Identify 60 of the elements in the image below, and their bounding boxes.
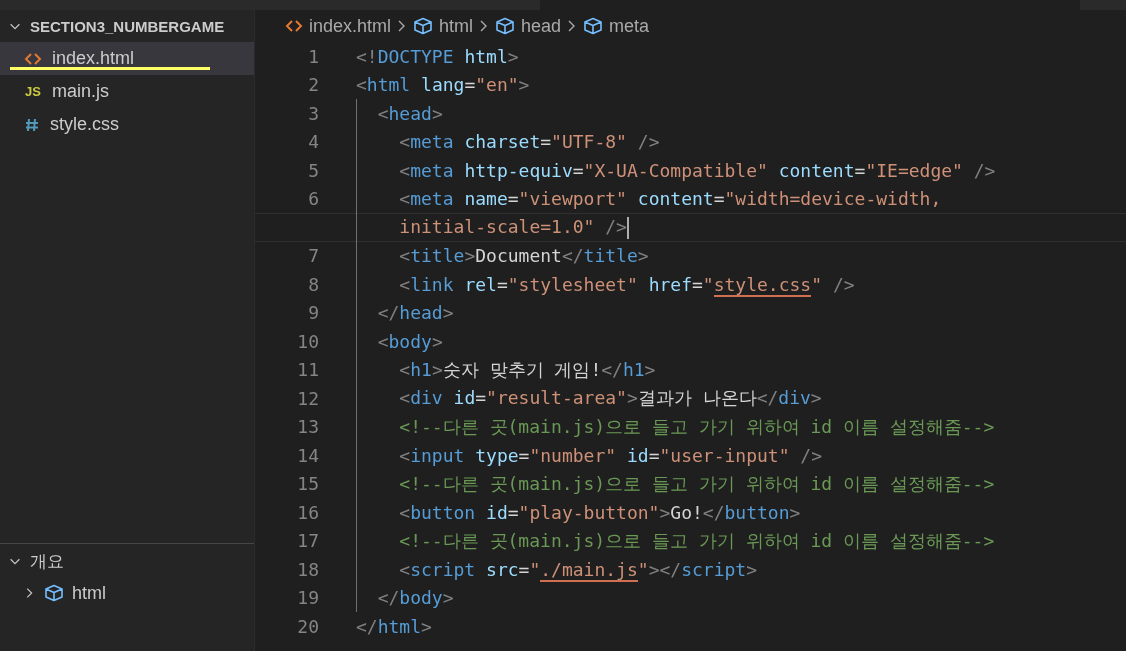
line-number: 4 (307, 131, 319, 153)
code-line: <head> (356, 102, 443, 124)
line-number: 20 (296, 615, 319, 637)
line-number: 17 (296, 530, 319, 552)
line-number: 9 (307, 302, 319, 324)
line-number: 2 (307, 74, 319, 96)
code-line: </body> (356, 587, 454, 609)
line-number: 1 (307, 45, 319, 67)
line-number: 15 (296, 473, 319, 495)
line-number: 5 (307, 159, 319, 181)
code-line: <button id="play-button">Go!</button> (356, 501, 801, 523)
code-brackets-icon (24, 51, 42, 66)
line-number: 7 (307, 245, 319, 267)
code-line: <!--다른 곳(main.js)으로 들고 가기 위하여 id 이름 설정해줌--> (356, 471, 995, 496)
file-item[interactable]: JS main.js (0, 75, 254, 108)
code-line: <html lang="en"> (356, 74, 530, 96)
code-line: initial-scale=1.0" /> (356, 215, 629, 239)
cube-icon (495, 17, 516, 35)
line-number: 10 (296, 330, 319, 352)
code-line: <h1>숫자 맞추기 게임!</h1> (356, 357, 656, 382)
breadcrumb-item[interactable]: index.html (285, 15, 392, 37)
folder-title[interactable]: SECTION3_NUMBERGAME (30, 17, 225, 35)
line-number: 12 (296, 387, 319, 409)
breadcrumb-item[interactable]: meta (583, 15, 650, 37)
line-number: 19 (296, 587, 319, 609)
text-cursor (626, 216, 629, 239)
cube-icon (583, 17, 604, 35)
line-number: 13 (296, 416, 319, 438)
code-line: <!--다른 곳(main.js)으로 들고 가기 위하여 id 이름 설정해줌--> (356, 414, 995, 439)
code-line: <div id="result-area">결과가 나온다</div> (356, 386, 822, 411)
code-line: </head> (356, 302, 454, 324)
code-line: <link rel="stylesheet" href="style.css" /> (356, 273, 855, 295)
code-line: <input type="number" id="user-input" /> (356, 444, 823, 466)
outline-item[interactable]: html (0, 577, 254, 609)
code-line: <meta name="viewport" content="width=device-width, (356, 188, 942, 210)
line-number: 16 (296, 501, 319, 523)
line-number: 18 (296, 558, 319, 580)
code-line: <meta charset="UTF-8" /> (356, 131, 660, 153)
hash-icon (24, 116, 40, 133)
js-icon: JS (24, 84, 42, 99)
code-line: <meta http-equiv="X-UA-Compatible" content="IE=edge" /> (356, 159, 996, 181)
code-line: <script src="./main.js"></script> (356, 558, 758, 580)
code-line: <body> (356, 330, 443, 352)
cube-icon (44, 584, 64, 602)
line-number: 3 (307, 102, 319, 124)
cube-icon (413, 17, 434, 35)
file-item[interactable]: index.html (0, 42, 254, 75)
code-line: </html> (356, 615, 432, 637)
code-line: <title>Document</title> (356, 245, 649, 267)
line-number: 11 (296, 359, 319, 381)
line-number: 14 (296, 444, 319, 466)
code-brackets-icon (285, 19, 303, 33)
breadcrumb-item[interactable]: html (413, 15, 474, 37)
line-number: 8 (307, 273, 319, 295)
code-line: <!--다른 곳(main.js)으로 들고 가기 위하여 id 이름 설정해줌--> (356, 528, 995, 553)
file-item[interactable]: style.css (0, 108, 254, 141)
outline-title[interactable]: 개요 (30, 549, 64, 573)
code-line: <!DOCTYPE html> (356, 45, 519, 67)
breadcrumb-item[interactable]: head (495, 15, 562, 37)
line-number: 6 (307, 188, 319, 210)
